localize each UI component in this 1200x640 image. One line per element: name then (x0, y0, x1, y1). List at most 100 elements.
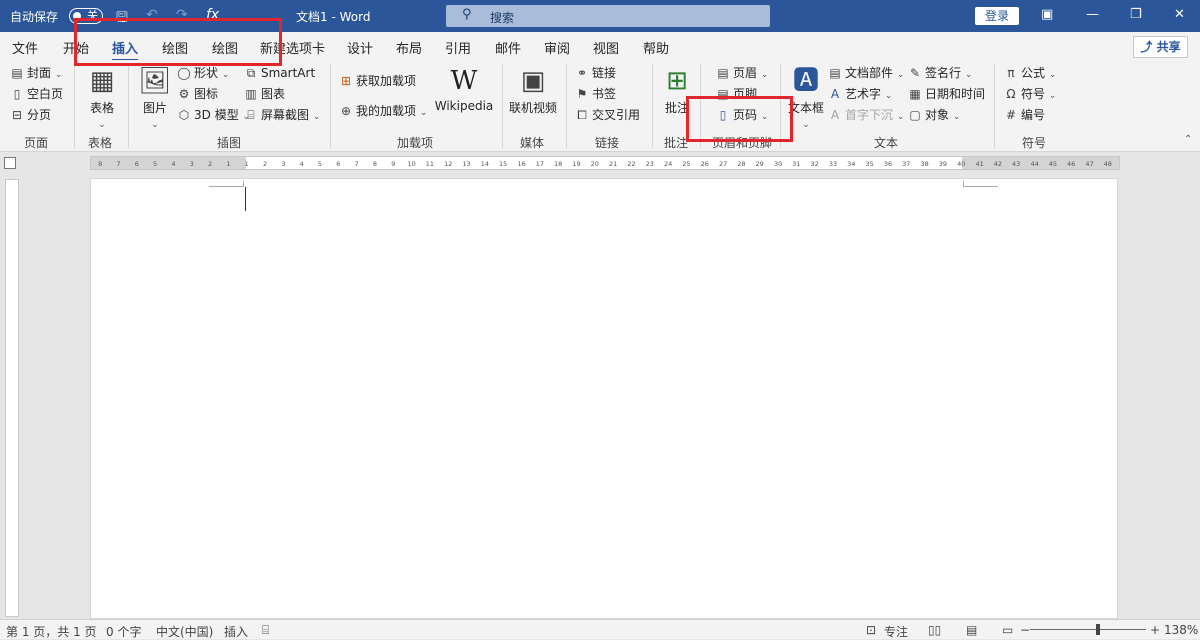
my-addins-label: 我的加载项 (356, 104, 417, 118)
zoom-level[interactable]: 138% (1164, 623, 1198, 637)
symbol-button[interactable]: Ω 符号 ⌄ (1004, 85, 1056, 103)
signature-button[interactable]: ✎ 签名行 ⌄ (908, 64, 972, 82)
share-button[interactable]: ⤴ 共享 (1133, 36, 1188, 58)
object-label: 对象 (925, 108, 950, 122)
minimize-icon[interactable]: — (1086, 7, 1099, 22)
screenshot-button[interactable]: ⌸ 屏幕截图 ⌄ (244, 106, 320, 124)
number-button[interactable]: # 编号 (1004, 106, 1045, 124)
ruler-number: 11 (426, 160, 434, 168)
wordart-button[interactable]: A 艺术字 ⌄ (828, 85, 893, 103)
share-label: 共享 (1156, 40, 1181, 54)
focus-label[interactable]: 专注 (884, 623, 908, 640)
tab-view[interactable]: 视图 (593, 38, 619, 57)
vertical-scrollbar[interactable] (1186, 178, 1198, 619)
document-page[interactable] (90, 178, 1118, 619)
ruler-number: 6 (336, 160, 340, 168)
ruler-number: 35 (866, 160, 874, 168)
picture-button[interactable]: 🖼 图片 ⌄ (136, 66, 174, 130)
ruler-number: 39 (939, 160, 947, 168)
dropcap-button[interactable]: A 首字下沉 ⌄ (828, 106, 905, 124)
table-button[interactable]: ▦ 表格 ⌄ (82, 66, 122, 130)
number-label: 编号 (1021, 108, 1046, 122)
wikipedia-button[interactable]: W Wikipedia (434, 66, 494, 113)
print-layout-icon[interactable]: ▤ (966, 623, 977, 637)
zoom-out-icon[interactable]: − (1020, 623, 1030, 637)
page-break-icon: ⊟ (11, 108, 23, 122)
ruler-number: 24 (664, 160, 672, 168)
ruler-number: 46 (1067, 160, 1075, 168)
group-tables: 表格 (88, 136, 113, 150)
tab-review[interactable]: 审阅 (544, 38, 570, 57)
read-mode-icon[interactable]: ▯▯ (928, 623, 941, 637)
cover-button[interactable]: ▤ 封面 ⌄ (10, 64, 62, 82)
tab-selector[interactable] (4, 157, 16, 169)
zoom-slider-thumb[interactable] (1096, 624, 1100, 635)
number-icon: # (1005, 108, 1017, 122)
restore-icon[interactable]: ▣ (1041, 7, 1053, 22)
ruler-number: 41 (975, 160, 983, 168)
focus-icon[interactable]: ⊡ (866, 623, 876, 637)
web-layout-icon[interactable]: ▭ (1002, 623, 1013, 637)
page-break-button[interactable]: ⊟ 分页 (10, 106, 51, 124)
smartart-button[interactable]: ⧉ SmartArt (244, 64, 315, 82)
maximize-icon[interactable]: ❐ (1130, 7, 1142, 22)
header-button[interactable]: ▤ 页眉 ⌄ (716, 64, 768, 82)
online-video-button[interactable]: ▣ 联机视频 (508, 66, 558, 116)
bookmark-label: 书签 (592, 87, 617, 101)
wikipedia-label: Wikipedia (434, 99, 494, 113)
shapes-label: 形状 (194, 66, 219, 80)
tab-references[interactable]: 引用 (445, 38, 471, 57)
blank-page-button[interactable]: ▯ 空白页 (10, 85, 63, 103)
ruler-number: 12 (444, 160, 452, 168)
word-count[interactable]: 0 个字 (106, 623, 141, 640)
ruler-number: 6 (135, 160, 139, 168)
object-button[interactable]: ▢ 对象 ⌄ (908, 106, 960, 124)
page-count[interactable]: 第 1 页，共 1 页 (6, 623, 97, 640)
ruler-number: 3 (190, 160, 194, 168)
bookmark-button[interactable]: ⚑ 书签 (575, 85, 616, 103)
ruler-number: 43 (1012, 160, 1020, 168)
tab-design[interactable]: 设计 (347, 38, 373, 57)
tab-help[interactable]: 帮助 (643, 38, 669, 57)
quick-parts-button[interactable]: ▤ 文档部件 ⌄ (828, 64, 904, 82)
tab-mailings[interactable]: 邮件 (495, 38, 521, 57)
object-icon: ▢ (909, 108, 921, 122)
margin-corner-left (209, 181, 244, 187)
wordart-icon: A (830, 87, 840, 101)
ruler-number: 16 (517, 160, 525, 168)
link-button[interactable]: ⚭ 链接 (575, 64, 616, 82)
horizontal-ruler[interactable]: 8 7 6 5 4 3 2 1 1 2 3 4 5 6 7 8 9 10 11 12 13 14 15 16 17 18 19 20 2… (90, 156, 1120, 170)
group-symbols: 符号 (1022, 136, 1047, 150)
icons-button[interactable]: ⚙ 图标 (177, 85, 218, 103)
crossref-button[interactable]: ⧠ 交叉引用 (575, 106, 640, 124)
zoom-slider[interactable] (1030, 629, 1146, 630)
login-button[interactable]: 登录 (975, 7, 1019, 25)
datetime-button[interactable]: ▦ 日期和时间 (908, 85, 985, 103)
macro-icon[interactable]: ⌸ (262, 623, 269, 638)
chart-icon: ▥ (245, 87, 257, 101)
tab-layout[interactable]: 布局 (396, 38, 422, 57)
table-icon: ▦ (89, 66, 115, 96)
ruler-number: 37 (902, 160, 910, 168)
ruler-number: 36 (884, 160, 892, 168)
model3d-button[interactable]: ⬡ 3D 模型 ⌄ (177, 106, 250, 124)
tab-file[interactable]: 文件 (12, 38, 38, 57)
get-addins-button[interactable]: ⊞ 获取加载项 (339, 72, 416, 90)
shapes-button[interactable]: ◯ 形状 ⌄ (177, 64, 229, 82)
vertical-ruler[interactable] (5, 179, 19, 617)
cover-icon: ▤ (11, 66, 23, 80)
collapse-ribbon-icon[interactable]: ⌃ (1184, 134, 1192, 145)
ruler-number: 2 (263, 160, 267, 168)
ruler-number: 18 (554, 160, 562, 168)
close-icon[interactable]: ✕ (1174, 7, 1185, 22)
zoom-in-icon[interactable]: + (1150, 623, 1160, 637)
video-icon: ▣ (520, 66, 546, 96)
chart-button[interactable]: ▥ 图表 (244, 85, 285, 103)
my-addins-button[interactable]: ⊕ 我的加载项 ⌄ (339, 102, 427, 120)
search-box[interactable]: ⚲ 搜索 (446, 5, 770, 27)
equation-button[interactable]: π 公式 ⌄ (1004, 64, 1056, 82)
ruler-number: 4 (300, 160, 304, 168)
insert-mode[interactable]: 插入 (224, 623, 248, 640)
pi-icon: π (1007, 66, 1015, 80)
language-status[interactable]: 中文(中国) (156, 623, 213, 640)
